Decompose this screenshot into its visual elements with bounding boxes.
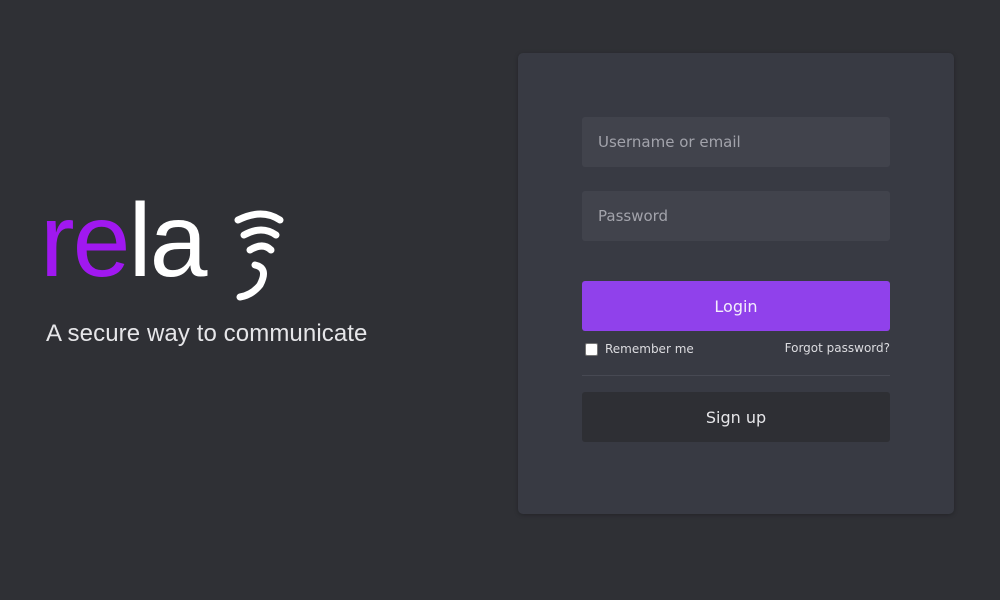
password-input[interactable] bbox=[582, 191, 890, 241]
username-input[interactable] bbox=[582, 117, 890, 167]
signup-button[interactable]: Sign up bbox=[582, 392, 890, 442]
brand-area: rela A secure way to communicate bbox=[40, 183, 404, 360]
signal-wave-icon bbox=[234, 210, 284, 301]
login-card: Login Remember me Forgot password? Sign … bbox=[518, 53, 954, 514]
remember-me-checkbox[interactable] bbox=[585, 342, 598, 356]
relay-logo: rela bbox=[40, 183, 294, 305]
login-button[interactable]: Login bbox=[582, 281, 890, 331]
remember-me[interactable]: Remember me bbox=[585, 342, 694, 356]
remember-me-label: Remember me bbox=[605, 342, 694, 356]
divider bbox=[582, 375, 890, 376]
tagline: A secure way to communicate bbox=[46, 320, 368, 347]
logo-text-plain: la bbox=[128, 183, 207, 299]
login-page: rela A secure way to communicate Login R… bbox=[0, 0, 1000, 600]
logo-text-accent: re bbox=[40, 183, 128, 299]
forgot-password-link[interactable]: Forgot password? bbox=[785, 341, 890, 355]
svg-text:rela: rela bbox=[40, 183, 208, 299]
